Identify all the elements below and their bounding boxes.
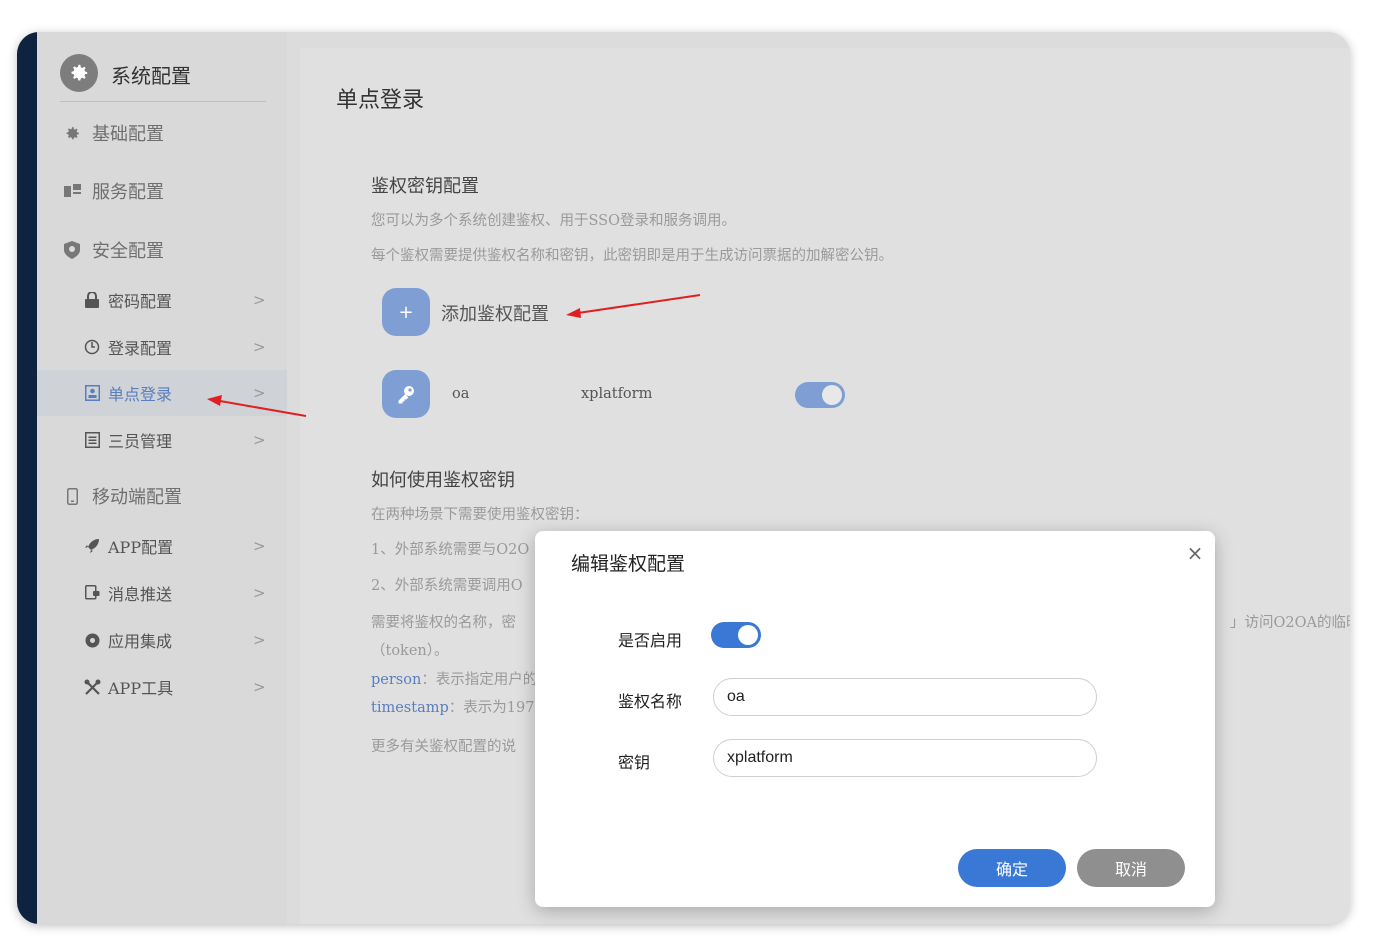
chevron-right-icon: >	[253, 384, 266, 402]
timestamp-key: timestamp	[371, 700, 449, 716]
usage-person-line: person：表示指定用户的	[371, 668, 537, 689]
sidebar-group-basic[interactable]: 基础配置	[62, 120, 164, 146]
person-desc: ：表示指定用户的	[421, 672, 538, 688]
auth-entry-toggle[interactable]	[795, 382, 845, 408]
sidebar-item-three-admin[interactable]: 三员管理 >	[37, 417, 287, 463]
list-icon	[83, 432, 101, 448]
sidebar-item-app-config[interactable]: APP配置 >	[37, 523, 287, 569]
app-icon	[83, 633, 101, 648]
auth-key-section-title: 鉴权密钥配置	[371, 176, 479, 197]
chevron-right-icon: >	[253, 631, 266, 649]
dialog-title: 编辑鉴权配置	[571, 553, 686, 575]
usage-item-2: 2、外部系统需要调用O	[371, 578, 523, 594]
secret-key-label: 密钥	[618, 753, 651, 772]
add-auth-button[interactable]: +	[382, 288, 430, 336]
sidebar-title: 系统配置	[111, 64, 191, 88]
edit-auth-dialog: 编辑鉴权配置 × 是否启用 鉴权名称 密钥 确定 取消	[535, 531, 1215, 907]
auth-name-label: 鉴权名称	[618, 692, 683, 711]
auth-name-input[interactable]	[713, 678, 1097, 716]
server-icon	[62, 183, 82, 199]
page-title: 单点登录	[336, 88, 425, 113]
usage-item-1: 1、外部系统需要与O2O	[371, 542, 530, 558]
sidebar-item-label: 单点登录	[108, 385, 173, 404]
person-key: person	[371, 672, 422, 688]
message-icon	[83, 585, 101, 601]
usage-section-title: 如何使用鉴权密钥	[371, 470, 515, 491]
chevron-right-icon: >	[253, 291, 266, 309]
shield-icon	[62, 241, 82, 259]
sidebar-group-security[interactable]: 安全配置	[62, 237, 164, 263]
sidebar-item-app-integration[interactable]: 应用集成 >	[37, 617, 287, 663]
sidebar-item-label: 密码配置	[108, 292, 173, 311]
confirm-button[interactable]: 确定	[958, 849, 1066, 887]
sidebar-item-label: 应用集成	[108, 632, 173, 651]
secret-key-input[interactable]	[713, 739, 1097, 777]
sidebar-item-password[interactable]: 密码配置 >	[37, 277, 287, 323]
sidebar-item-label: 登录配置	[108, 339, 173, 358]
chevron-right-icon: >	[253, 431, 266, 449]
gear-icon	[62, 125, 82, 142]
sidebar-item-sso[interactable]: 单点登录 >	[37, 370, 287, 416]
mobile-icon	[62, 487, 82, 505]
sidebar-group-mobile[interactable]: 移动端配置	[62, 483, 182, 509]
sidebar-group-label: 服务配置	[92, 182, 164, 203]
sidebar-header: 系统配置	[60, 52, 266, 102]
add-auth-label[interactable]: 添加鉴权配置	[441, 300, 549, 326]
usage-more: 更多有关鉴权配置的说	[371, 739, 516, 755]
left-rail	[17, 32, 37, 924]
sidebar-item-label: 三员管理	[108, 432, 173, 451]
usage-token: （token）。	[371, 643, 449, 659]
sidebar-item-label: APP配置	[108, 538, 174, 557]
sidebar-item-push[interactable]: 消息推送 >	[37, 570, 287, 616]
tools-icon	[83, 679, 101, 696]
id-card-icon	[83, 385, 101, 401]
sidebar-group-label: 基础配置	[92, 124, 164, 145]
usage-paragraph: 需要将鉴权的名称，密	[371, 615, 516, 631]
auth-entry-name: oa	[452, 386, 470, 402]
auth-key-desc-1: 您可以为多个系统创建鉴权、用于SSO登录和服务调用。	[371, 213, 736, 229]
lock-icon	[83, 292, 101, 308]
sidebar-item-label: APP工具	[108, 679, 174, 698]
power-icon	[83, 339, 101, 355]
sidebar-item-app-tools[interactable]: APP工具 >	[37, 664, 287, 710]
usage-timestamp-line: timestamp：表示为1970	[371, 696, 544, 717]
sidebar-item-label: 消息推送	[108, 585, 173, 604]
cancel-button[interactable]: 取消	[1077, 849, 1185, 887]
chevron-right-icon: >	[253, 338, 266, 356]
key-icon[interactable]	[382, 370, 430, 418]
sidebar-group-label: 移动端配置	[92, 487, 182, 508]
close-icon[interactable]: ×	[1183, 541, 1207, 565]
auth-entry-key: xplatform	[581, 386, 653, 402]
auth-key-desc-2: 每个鉴权需要提供鉴权名称和密钥，此密钥即是用于生成访问票据的加解密公钥。	[371, 248, 893, 264]
chevron-right-icon: >	[253, 678, 266, 696]
sidebar-group-label: 安全配置	[92, 241, 164, 262]
timestamp-desc: ：表示为1970	[448, 700, 544, 716]
gear-icon	[60, 54, 98, 92]
chevron-right-icon: >	[253, 584, 266, 602]
rocket-icon	[83, 538, 101, 554]
sidebar-item-login[interactable]: 登录配置 >	[37, 324, 287, 370]
enable-label: 是否启用	[618, 631, 683, 650]
enable-toggle[interactable]	[711, 622, 761, 648]
sidebar: 系统配置 基础配置 服务配置 安全配置 密码配置 > 登录配置 > 单点登录 >…	[37, 32, 287, 924]
chevron-right-icon: >	[253, 537, 266, 555]
sidebar-group-service[interactable]: 服务配置	[62, 178, 164, 204]
usage-paragraph-right: 」访问O2OA的临时	[1230, 615, 1350, 631]
usage-intro: 在两种场景下需要使用鉴权密钥：	[371, 507, 589, 523]
